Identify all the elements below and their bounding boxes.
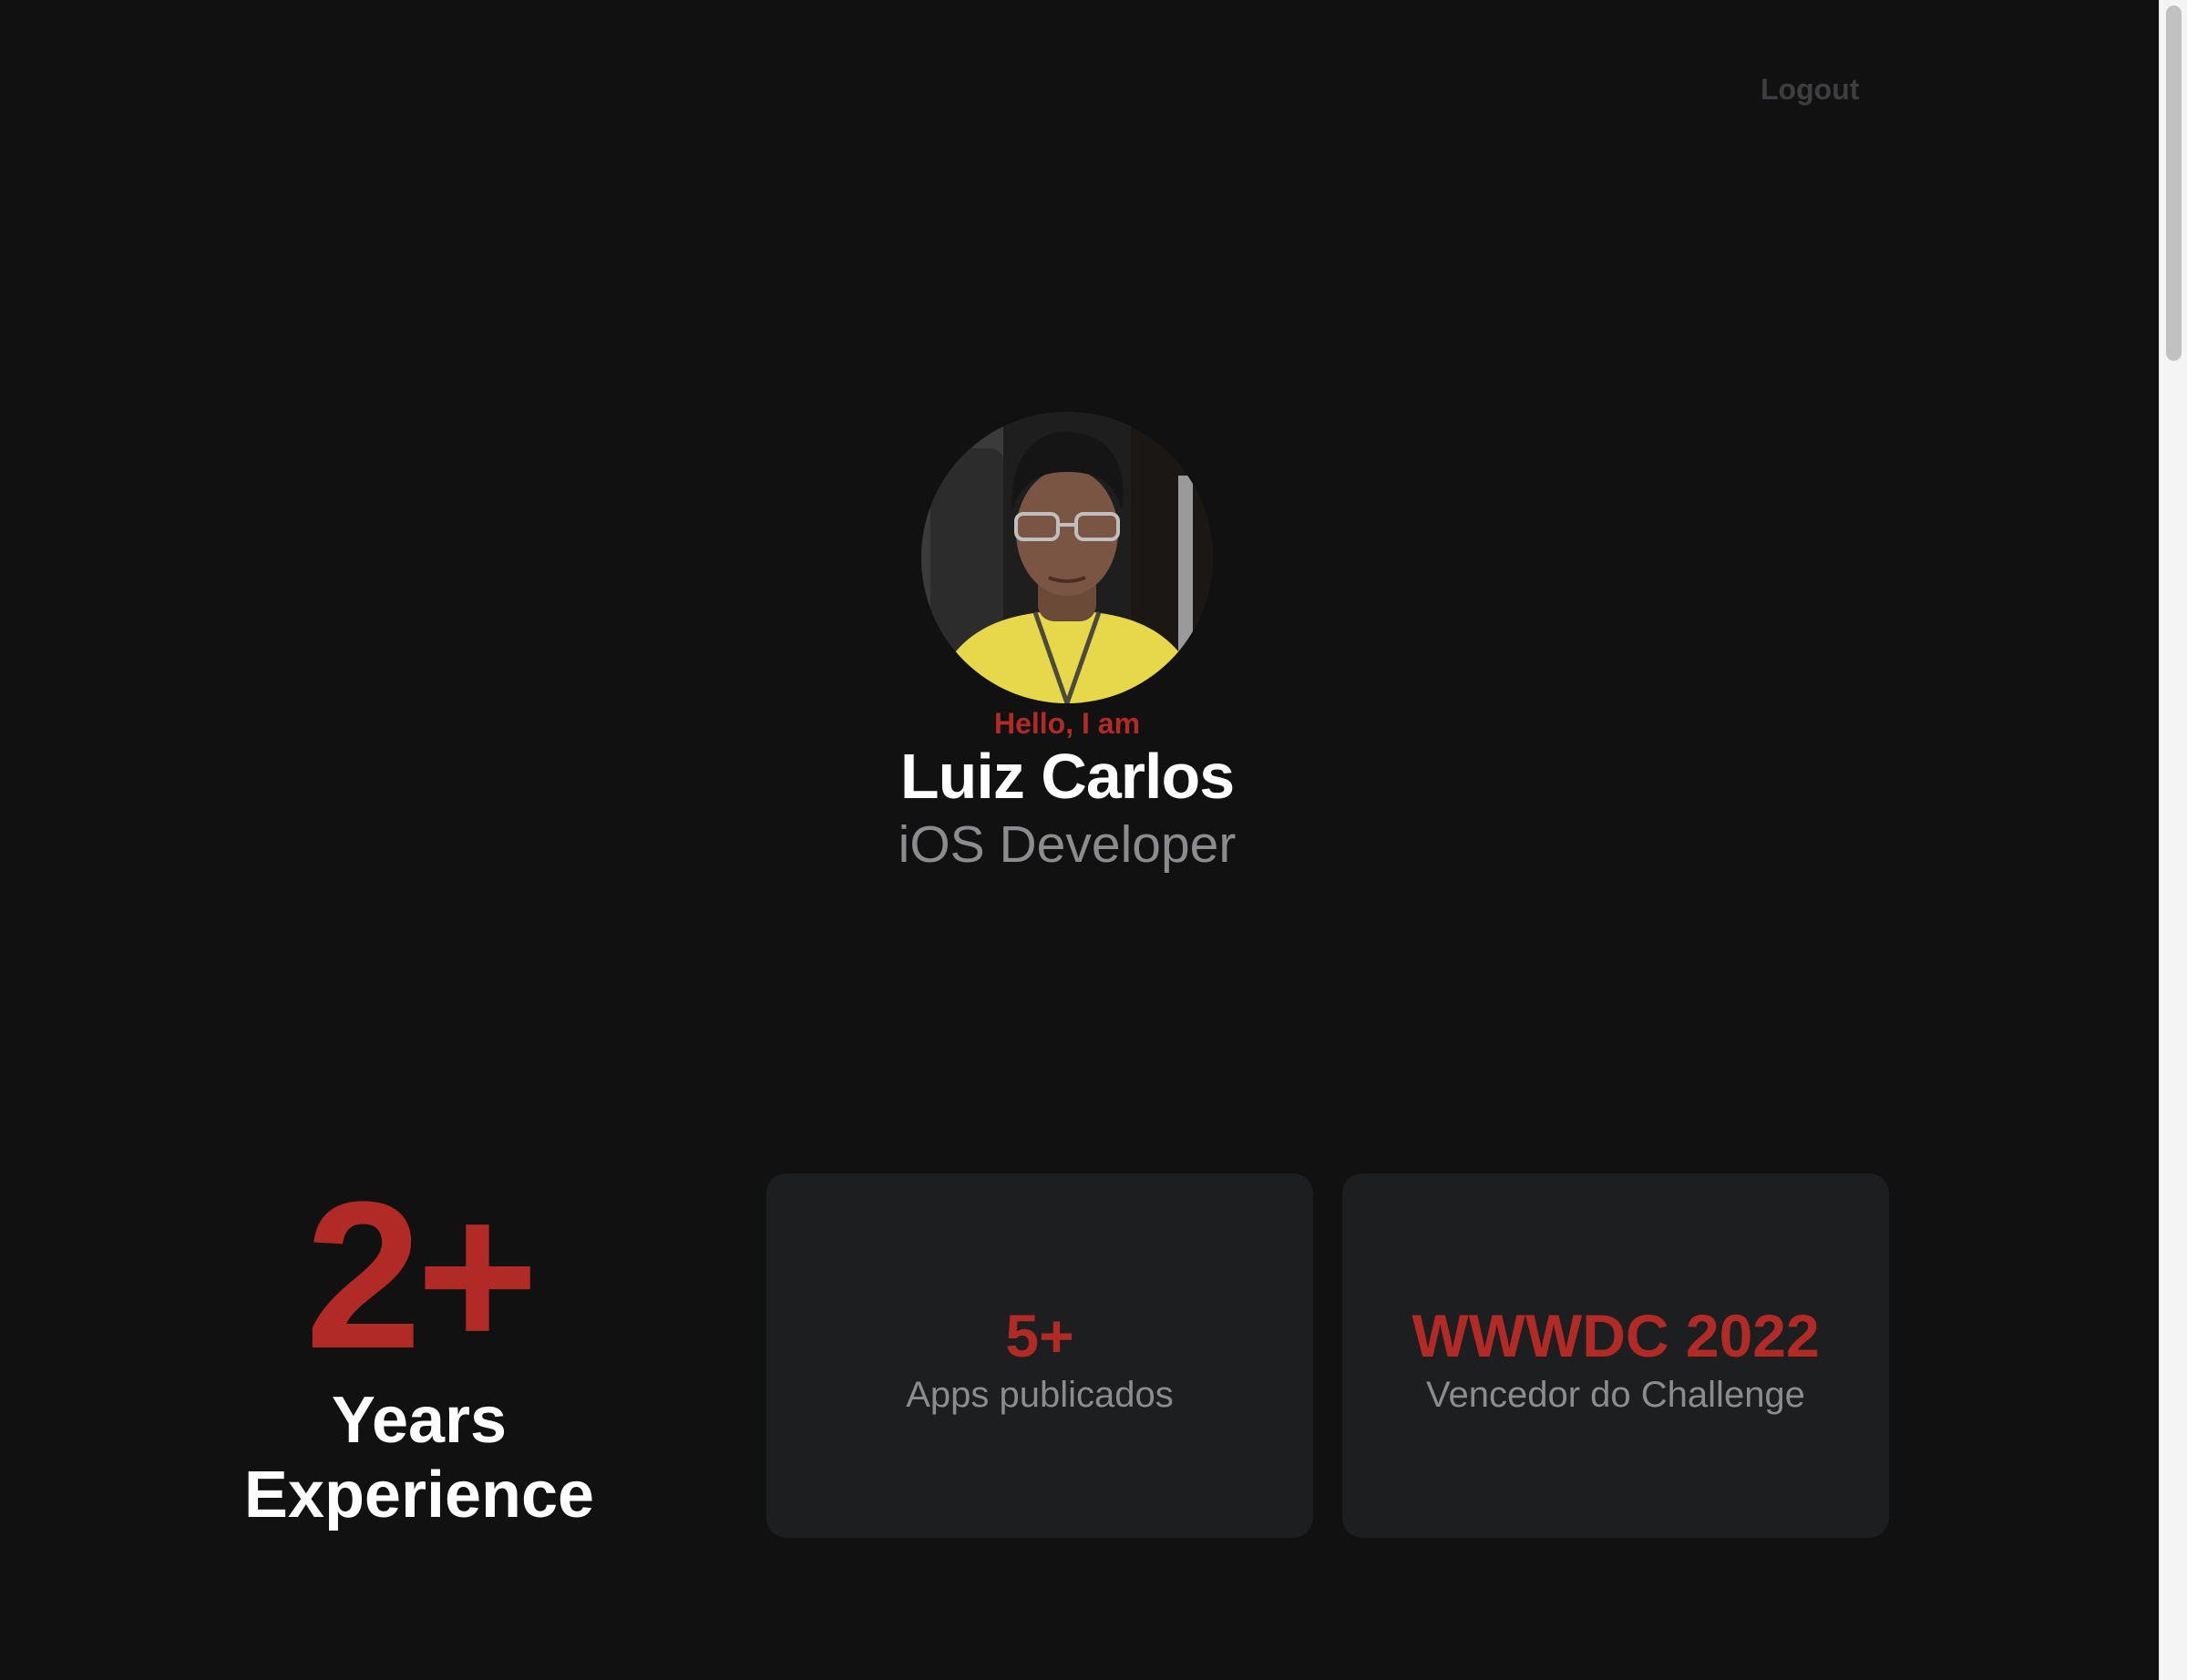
logout-link[interactable]: Logout	[1761, 73, 1859, 107]
stat-card-label: Apps publicados	[906, 1375, 1174, 1415]
experience-stat: 2+ Years Experience	[146, 1158, 693, 1532]
scrollbar-thumb[interactable]	[2166, 5, 2182, 361]
greeting-text: Hello, I am	[993, 707, 1141, 740]
experience-value: 2+	[304, 1158, 539, 1392]
profile-name: Luiz Carlos	[899, 741, 1235, 812]
profile-role: iOS Developer	[898, 815, 1237, 874]
stat-card-value: 5+	[1005, 1302, 1074, 1369]
experience-label-line2: Experience	[243, 1459, 595, 1531]
stat-card-label: Vencedor do Challenge	[1426, 1375, 1805, 1415]
experience-label-line1: Years	[331, 1384, 508, 1457]
profile-photo	[921, 412, 1213, 703]
avatar	[921, 412, 1213, 703]
scrollbar[interactable]	[2159, 0, 2187, 1680]
stat-card-apps: 5+ Apps publicados	[766, 1173, 1313, 1538]
stat-card-value: WWWDC 2022	[1412, 1302, 1820, 1369]
stat-card-wwdc: WWWDC 2022 Vencedor do Challenge	[1342, 1173, 1889, 1538]
experience-label: Years Experience	[146, 1383, 693, 1532]
